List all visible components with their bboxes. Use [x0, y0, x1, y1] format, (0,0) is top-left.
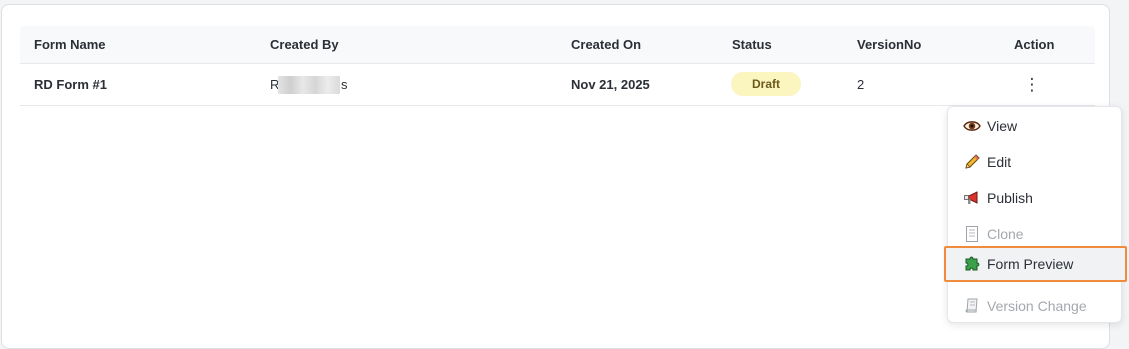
menu-item-label: Publish — [987, 190, 1033, 206]
header-created-on[interactable]: Created On — [571, 26, 641, 64]
forms-card: Form Name Created By Created On Status V… — [1, 4, 1110, 349]
header-version-no[interactable]: VersionNo — [857, 26, 921, 64]
puzzle-icon — [963, 255, 983, 273]
created-on-cell: Nov 21, 2025 — [571, 77, 650, 92]
scroll-icon — [963, 297, 983, 315]
menu-item-version-change[interactable]: Version Change — [948, 288, 1121, 324]
document-icon — [963, 225, 983, 243]
eye-icon — [963, 117, 983, 135]
menu-item-label: Edit — [987, 154, 1012, 170]
megaphone-icon — [963, 189, 983, 207]
pencil-icon — [963, 153, 983, 171]
menu-item-publish[interactable]: Publish — [948, 180, 1121, 216]
created-by-cell: R s — [270, 64, 390, 106]
version-no-cell: 2 — [857, 77, 865, 92]
forms-table: Form Name Created By Created On Status V… — [20, 26, 1095, 106]
menu-item-label: Form Preview — [987, 256, 1074, 272]
menu-item-edit[interactable]: Edit — [948, 144, 1121, 180]
created-by-last: s — [341, 77, 348, 92]
menu-item-label: Version Change — [987, 298, 1087, 314]
kebab-menu-icon[interactable]: ⋮ — [1020, 74, 1044, 96]
header-created-by[interactable]: Created By — [270, 26, 339, 64]
table-header: Form Name Created By Created On Status V… — [20, 26, 1095, 64]
menu-item-view[interactable]: View — [948, 108, 1121, 144]
form-name-cell: RD Form #1 — [34, 77, 107, 92]
action-dropdown-menu: View Edit Publish Clone Form Preview Ver… — [944, 106, 1127, 324]
menu-item-form-preview[interactable]: Form Preview — [944, 246, 1127, 282]
status-badge: Draft — [731, 72, 801, 96]
menu-item-label: View — [987, 118, 1018, 134]
header-action: Action — [1014, 37, 1055, 52]
header-form-name[interactable]: Form Name — [34, 26, 106, 64]
header-status[interactable]: Status — [732, 26, 772, 64]
table-row: RD Form #1 R s Nov 21, 2025 Draft 2 ⋮ — [20, 64, 1095, 106]
redacted-name — [278, 76, 340, 94]
